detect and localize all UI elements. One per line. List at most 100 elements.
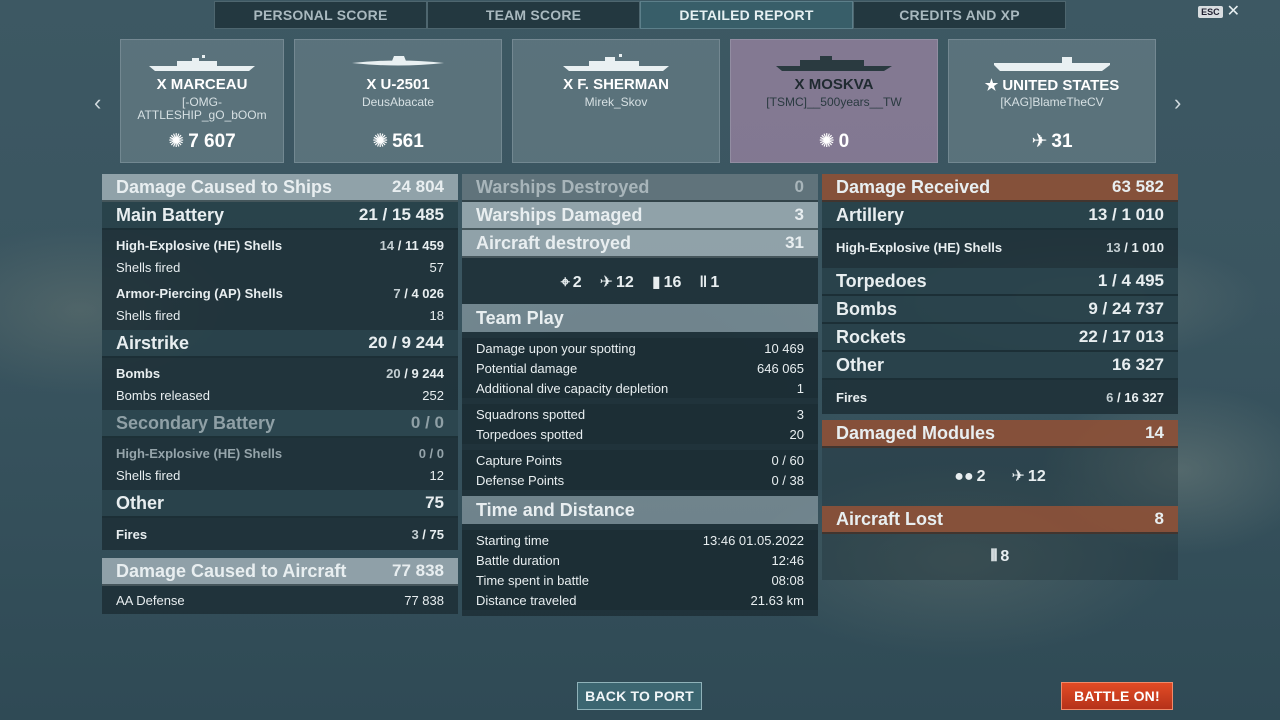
torpedoes-header: Torpedoes 1 / 4 495 xyxy=(822,268,1178,296)
label: Other xyxy=(836,354,885,375)
time-row: Distance traveled 21.63 km xyxy=(462,590,818,610)
ship-card-moskva[interactable]: X MOSKVA [TSMC]__500years__TW ✺ 0 xyxy=(730,39,938,163)
ship-score: ✺ 0 xyxy=(731,130,937,153)
value: 10 469 xyxy=(764,340,804,356)
value: 24 804 xyxy=(392,177,444,196)
airstrike-header: Airstrike 20 / 9 244 xyxy=(102,330,458,358)
label: High-Explosive (HE) Shells xyxy=(116,445,283,461)
fires-row: Fires 3 / 75 xyxy=(102,518,458,550)
value: 21.63 km xyxy=(750,592,804,608)
rockets-header: Rockets 22 / 17 013 xyxy=(822,324,1178,352)
hits: 20 xyxy=(386,365,401,381)
label: Bombs released xyxy=(116,387,210,403)
value: 8 xyxy=(1154,509,1164,528)
value: 13 / 1 010 xyxy=(1088,205,1164,224)
value: 20 / 9 244 xyxy=(386,365,444,381)
time-row: Starting time 13:46 01.05.2022 xyxy=(462,530,818,550)
close-button[interactable]: ESC ✕ xyxy=(1198,4,1240,20)
label: Shells fired xyxy=(116,467,181,483)
hits: 14 xyxy=(379,237,395,253)
label: Rockets xyxy=(836,326,907,347)
label: Aircraft destroyed xyxy=(476,232,632,253)
plane-shot-icon: ✈ xyxy=(599,274,614,291)
hits: 13 xyxy=(1106,239,1121,255)
value: 75 xyxy=(425,493,444,512)
value: 2 xyxy=(976,468,986,485)
fires-received-row: Fires 6 / 16 327 xyxy=(822,380,1178,414)
value: 16 327 xyxy=(1112,355,1164,374)
aircraft-destroyed-header: Aircraft destroyed 31 xyxy=(462,230,818,258)
hits: 22 xyxy=(1078,327,1098,346)
aa-defense-row: AA Defense 77 838 xyxy=(102,586,458,614)
player-name: [KAG]BlameTheCV xyxy=(1000,95,1104,109)
ship-card-u2501[interactable]: X U-2501 DeusAbacate ✺ 561 xyxy=(294,39,502,163)
hits: 20 xyxy=(368,333,388,352)
damage: 11 459 xyxy=(404,237,444,253)
label: Other xyxy=(116,492,165,513)
label: Bombs xyxy=(836,298,898,319)
bombs-row: Bombs 20 / 9 244 xyxy=(102,362,458,384)
back-to-port-button[interactable]: BACK TO PORT xyxy=(577,682,702,710)
squadron-icon: ⫴ xyxy=(990,548,998,565)
carrier-silhouette-icon xyxy=(994,57,1110,71)
he-shells-row: High-Explosive (HE) Shells 14 / 11 459 xyxy=(102,234,458,256)
time-distance-title: Time and Distance xyxy=(462,496,818,524)
team-play-row: Damage upon your spotting 10 469 xyxy=(462,338,818,358)
score-value: 561 xyxy=(392,130,424,152)
value: 57 xyxy=(429,259,444,275)
tab-personal-score[interactable]: PERSONAL SCORE xyxy=(214,1,427,29)
esc-key-label: ESC xyxy=(1198,6,1223,18)
value: 16 xyxy=(663,274,682,291)
label: Squadrons spotted xyxy=(476,406,586,422)
label: Starting time xyxy=(476,532,549,548)
label: High-Explosive (HE) Shells xyxy=(116,237,283,253)
team-play-row: Torpedoes spotted 20 xyxy=(462,424,818,444)
tab-credits-and-xp[interactable]: CREDITS AND XP xyxy=(853,1,1066,29)
player-name: Mirek_Skov xyxy=(584,95,648,109)
time-row: Battle duration 12:46 xyxy=(462,550,818,570)
battle-on-button[interactable]: BATTLE ON! xyxy=(1061,682,1173,710)
label: Distance traveled xyxy=(476,592,577,608)
destroyer-silhouette-icon xyxy=(149,55,255,71)
ship-card-united-states[interactable]: ★ UNITED STATES [KAG]BlameTheCV ✈ 31 xyxy=(948,39,1156,163)
label: Main Battery xyxy=(116,204,225,225)
bombs-received-header: Bombs 9 / 24 737 xyxy=(822,296,1178,324)
damage: 9 244 xyxy=(411,365,444,381)
secondary-battery-header: Secondary Battery 0 / 0 xyxy=(102,410,458,438)
label: Capture Points xyxy=(476,452,562,468)
damage: 17 013 xyxy=(1112,327,1164,346)
ship-card-f-sherman[interactable]: X F. SHERMAN Mirek_Skov xyxy=(512,39,720,163)
kills-teamplay-panel: Warships Destroyed 0 Warships Damaged 3 … xyxy=(462,174,818,616)
plane-destroyed-icon: ✈ xyxy=(1031,131,1048,152)
label: Fires xyxy=(836,389,868,405)
torpedo-salvo-icon: ‖ xyxy=(699,274,708,291)
label: Battle duration xyxy=(476,552,560,568)
team-play-row: Potential damage 646 065 xyxy=(462,358,818,378)
value: 22 / 17 013 xyxy=(1078,327,1164,346)
label: Defense Points xyxy=(476,472,565,488)
value: 1 / 4 495 xyxy=(1097,271,1164,290)
label: Time spent in battle xyxy=(476,572,589,588)
hits: 1 xyxy=(1097,271,1108,290)
label: AA Defense xyxy=(116,592,185,608)
label: Torpedoes xyxy=(836,270,927,291)
label: Warships Destroyed xyxy=(476,176,650,197)
label: Shells fired xyxy=(116,307,181,323)
player-name: [-OMG- ATTLESHIP_gO_bOOm xyxy=(137,95,267,122)
other-received-header: Other 16 327 xyxy=(822,352,1178,380)
prev-ship-arrow-icon[interactable]: ‹ xyxy=(94,90,101,116)
damage-received-header: Damage Received 63 582 xyxy=(822,174,1178,202)
ap-shells-row: Armor-Piercing (AP) Shells 7 / 4 026 xyxy=(102,282,458,304)
damage: 15 485 xyxy=(392,205,444,224)
team-play-row: Capture Points 0 / 60 xyxy=(462,450,818,470)
next-ship-arrow-icon[interactable]: › xyxy=(1174,90,1181,116)
tab-detailed-report[interactable]: DETAILED REPORT xyxy=(640,1,853,29)
crosshair-icon: ⌖ xyxy=(560,274,570,291)
module-icons-row: ●● 2 ✈ 12 xyxy=(822,448,1178,506)
tab-team-score[interactable]: TEAM SCORE xyxy=(427,1,640,29)
damage-burst-icon: ✺ xyxy=(168,131,185,152)
ship-card-marceau[interactable]: X MARCEAU [-OMG- ATTLESHIP_gO_bOOm ✺ 7 6… xyxy=(120,39,284,163)
damage-aircraft-header: Damage Caused to Aircraft 77 838 xyxy=(102,558,458,586)
value: 252 xyxy=(422,387,444,403)
time-distance-list: Starting time 13:46 01.05.2022 Battle dur… xyxy=(462,524,818,616)
